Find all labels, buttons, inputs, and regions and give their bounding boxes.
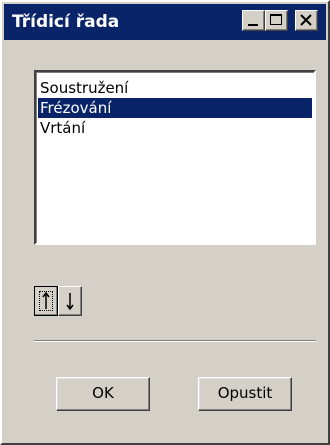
ok-button[interactable]: OK — [56, 377, 150, 411]
sort-order-listbox[interactable]: Soustružení Frézování Vrtání — [34, 70, 316, 245]
list-item[interactable]: Vrtání — [38, 118, 312, 138]
minimize-button[interactable] — [242, 10, 265, 31]
list-item-selected[interactable]: Frézování — [38, 98, 312, 118]
title-bar[interactable]: Třídicí řada — [4, 4, 326, 40]
dialog-window: Třídicí řada Soustružení Frézování Vrtán… — [0, 0, 330, 445]
cancel-button[interactable]: Opustit — [198, 377, 292, 411]
close-icon — [300, 14, 312, 26]
separator-line — [34, 340, 316, 342]
minimize-icon — [248, 24, 258, 26]
arrow-up-icon — [42, 291, 50, 309]
move-down-button[interactable] — [58, 286, 82, 316]
list-item[interactable]: Soustružení — [38, 78, 312, 98]
arrow-down-icon — [66, 293, 74, 311]
window-title: Třídicí řada — [12, 12, 120, 32]
maximize-button[interactable] — [265, 10, 288, 31]
maximize-icon — [270, 14, 282, 25]
move-up-button[interactable] — [34, 286, 58, 316]
close-button[interactable] — [295, 10, 318, 31]
